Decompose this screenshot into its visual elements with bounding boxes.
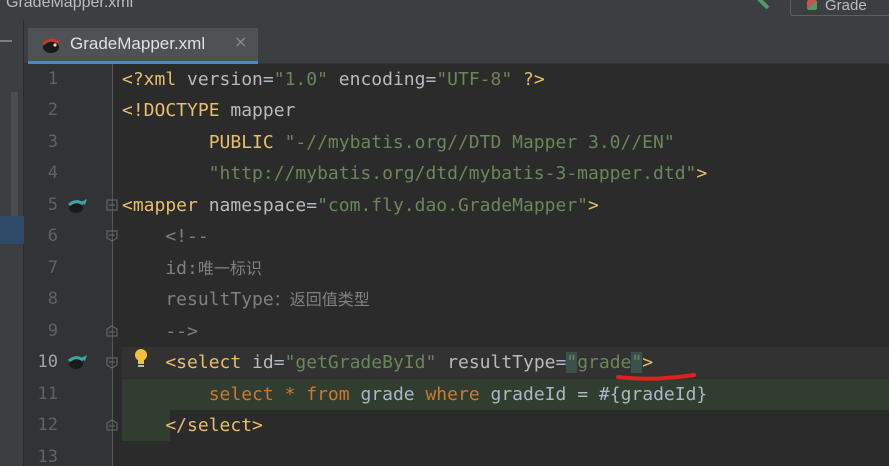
code-line-11: select * from grade where gradeId = #{gr… — [122, 384, 708, 405]
code-line-12: </select> — [122, 415, 263, 436]
mybatis-navigate-icon[interactable] — [66, 196, 88, 216]
fold-marker-icon[interactable] — [106, 357, 118, 369]
line-number: 8 — [47, 289, 58, 309]
code-line-3: PUBLIC "-//mybatis.org//DTD Mapper 3.0//… — [122, 132, 675, 153]
code-line-10: <select id="getGradeById" resultType="gr… — [122, 352, 654, 373]
run-config-label: Grade — [825, 0, 867, 14]
fold-marker-icon[interactable] — [106, 230, 118, 242]
code-line-1: <?xml version="1.0" encoding="UTF-8" ?> — [122, 69, 545, 90]
run-config-icon — [807, 0, 817, 10]
code-line-6: <!-- — [122, 226, 209, 247]
line-number: 11 — [37, 384, 58, 404]
tab-label: GradeMapper.xml — [70, 34, 206, 53]
red-underline-annotation — [616, 373, 696, 381]
title-bar: GradeMapper.xml Grade — [0, 0, 889, 20]
tool-strip-scrollbar[interactable] — [11, 92, 18, 222]
fold-marker-icon[interactable] — [106, 419, 118, 431]
line-number: 9 — [47, 321, 58, 341]
line-number-current: 10 — [37, 352, 58, 372]
line-number: 2 — [47, 100, 58, 120]
hammer-icon[interactable] — [752, 0, 774, 10]
line-number: 5 — [47, 195, 58, 215]
code-line-8: resultType：返回值类型 — [122, 289, 370, 310]
line-number: 4 — [47, 163, 58, 183]
run-config-selector[interactable]: Grade — [790, 0, 889, 16]
line-number: 7 — [47, 258, 58, 278]
code-line-9: --> — [122, 321, 198, 342]
tab-grademapper-xml[interactable]: GradeMapper.xml × — [28, 28, 258, 64]
tool-strip-marker — [0, 40, 12, 42]
project-tool-strip — [0, 20, 24, 466]
code-line-7: id:唯一标识 — [122, 258, 262, 279]
code-line-2: <!DOCTYPE mapper — [122, 100, 296, 121]
mybatis-bird-icon — [42, 38, 60, 53]
fold-marker-icon[interactable] — [106, 325, 118, 337]
line-number: 1 — [47, 69, 58, 89]
tool-strip-selected-item[interactable] — [0, 216, 24, 244]
line-number: 13 — [37, 447, 58, 466]
code-line-5: <mapper namespace="com.fly.dao.GradeMapp… — [122, 195, 599, 216]
line-number: 12 — [37, 415, 58, 435]
code-line-4: "http://mybatis.org/dtd/mybatis-3-mapper… — [208, 163, 708, 184]
close-icon[interactable]: × — [234, 32, 247, 51]
line-number: 6 — [47, 226, 58, 246]
line-number: 3 — [47, 132, 58, 152]
mybatis-navigate-icon[interactable] — [66, 352, 88, 372]
window-title: GradeMapper.xml — [6, 0, 134, 11]
fold-marker-icon[interactable] — [106, 199, 118, 211]
